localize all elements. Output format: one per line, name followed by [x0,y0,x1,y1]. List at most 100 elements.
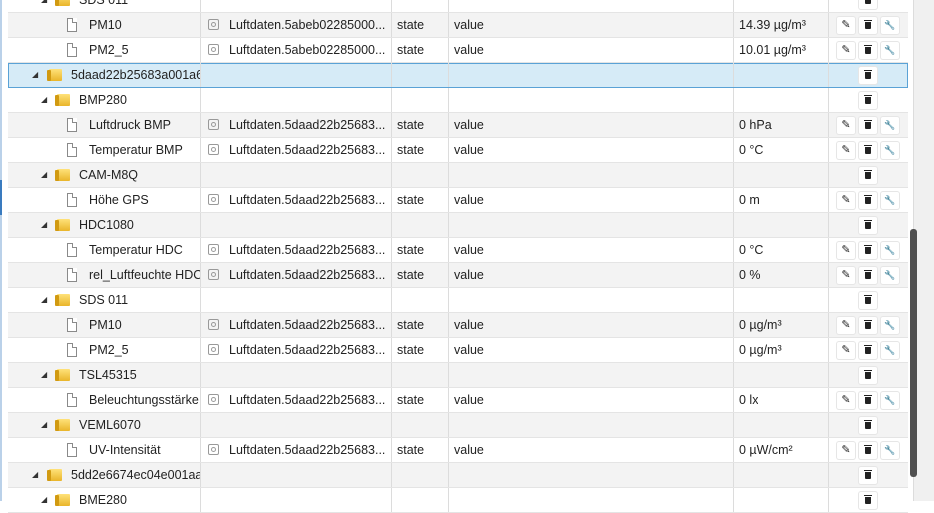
delete-button[interactable] [859,142,877,159]
column-divider [828,63,829,87]
delete-button[interactable] [859,267,877,284]
delete-button[interactable] [859,167,877,184]
edit-button[interactable]: ✎ [837,242,855,259]
delete-button[interactable] [859,417,877,434]
tree-state-row[interactable]: rel_Luftfeuchte HDC Luftdaten.5daad22b256… [8,263,908,288]
tree-folder-row[interactable]: ◢ TSL45315 [8,363,908,388]
delete-button[interactable] [859,467,877,484]
tree-state-row[interactable]: PM2_5 Luftdaten.5abeb02285000... state valu… [8,38,908,63]
tree-state-row[interactable]: Temperatur HDC Luftdaten.5daad22b25683...… [8,238,908,263]
delete-button[interactable] [859,242,877,259]
settings-button[interactable]: 🔧 [881,342,899,359]
settings-button[interactable]: 🔧 [881,442,899,459]
settings-button[interactable]: 🔧 [881,317,899,334]
delete-button[interactable] [859,317,877,334]
settings-button[interactable]: 🔧 [881,42,899,59]
triangle-down-icon[interactable]: ◢ [41,213,47,237]
trash-icon [864,245,872,254]
pencil-icon: ✎ [841,19,851,31]
delete-button[interactable] [859,367,877,384]
settings-button[interactable]: 🔧 [881,242,899,259]
tree-state-row[interactable]: PM10 Luftdaten.5abeb02285000... state value… [8,13,908,38]
settings-button[interactable]: 🔧 [881,17,899,34]
tree-folder-row[interactable]: ◢ SDS 011 [8,288,908,313]
tree-folder-row[interactable]: ◢ CAM-M8Q [8,163,908,188]
settings-button[interactable]: 🔧 [881,117,899,134]
column-divider [200,263,201,287]
triangle-down-icon[interactable]: ◢ [41,0,47,12]
delete-button[interactable] [859,92,877,109]
wrench-icon: 🔧 [884,445,896,455]
edit-button[interactable]: ✎ [837,17,855,34]
tree-state-row[interactable]: UV-Intensität Luftdaten.5daad22b25683... s… [8,438,908,463]
column-divider [448,438,449,462]
column-divider [828,88,829,112]
triangle-down-icon[interactable]: ◢ [41,163,47,187]
folder-icon [55,94,70,106]
tree-state-row[interactable]: Höhe GPS Luftdaten.5daad22b25683... state v… [8,188,908,213]
trash-icon [864,70,872,79]
edit-button[interactable]: ✎ [837,442,855,459]
triangle-down-icon[interactable]: ◢ [41,413,47,437]
scrollbar-thumb[interactable] [910,229,917,477]
tree-state-row[interactable]: PM2_5 Luftdaten.5daad22b25683... state valu… [8,338,908,363]
value-cell: 0 µg/m³ [739,318,782,332]
triangle-down-icon[interactable]: ◢ [41,288,47,312]
delete-button[interactable] [859,67,877,84]
delete-button[interactable] [859,342,877,359]
settings-button[interactable]: 🔧 [881,267,899,284]
tree-state-row[interactable]: Luftdruck BMP Luftdaten.5daad22b25683... s… [8,113,908,138]
delete-button[interactable] [859,442,877,459]
document-icon [67,343,77,357]
edit-button[interactable]: ✎ [837,267,855,284]
tree-state-row[interactable]: Temperatur BMP Luftdaten.5daad22b25683...… [8,138,908,163]
settings-button[interactable]: 🔧 [881,392,899,409]
folder-icon [55,169,70,181]
column-divider [733,313,734,337]
column-divider [448,88,449,112]
edit-button[interactable]: ✎ [837,142,855,159]
settings-button[interactable]: 🔧 [881,142,899,159]
tree-folder-row[interactable]: ◢ BMP280 [8,88,908,113]
triangle-down-icon[interactable]: ◢ [41,488,47,512]
role-cell: state [397,118,425,132]
settings-button[interactable]: 🔧 [881,192,899,209]
column-divider [391,138,392,162]
triangle-down-icon[interactable]: ◢ [32,463,38,487]
tree-folder-row[interactable]: ◢ 5daad22b25683a001a6 [8,63,908,88]
tree-state-row[interactable]: PM10 Luftdaten.5daad22b25683... state value… [8,313,908,338]
column-divider [828,213,829,237]
edit-button[interactable]: ✎ [837,317,855,334]
column-divider [448,0,449,12]
name-cell: ◢ CAM-M8Q [8,163,200,187]
edit-button[interactable]: ✎ [837,42,855,59]
tree-folder-row[interactable]: ◢ 5dd2e6674ec04e001aa [8,463,908,488]
tree-folder-row[interactable]: ◢ HDC1080 [8,213,908,238]
delete-button[interactable] [859,192,877,209]
delete-button[interactable] [859,392,877,409]
state-label: PM2_5 [89,43,129,57]
edit-button[interactable]: ✎ [837,342,855,359]
triangle-down-icon[interactable]: ◢ [41,363,47,387]
delete-button[interactable] [859,17,877,34]
name-cell: ◢ 5daad22b25683a001a6 [8,63,200,87]
delete-button[interactable] [859,217,877,234]
edit-button[interactable]: ✎ [837,392,855,409]
triangle-down-icon[interactable]: ◢ [32,63,38,87]
column-divider [200,38,201,62]
delete-button[interactable] [859,117,877,134]
column-divider [733,438,734,462]
value-cell: 0 hPa [739,118,772,132]
delete-button[interactable] [859,42,877,59]
actions-cell [834,163,900,187]
tree-folder-row[interactable]: ◢ SDS 011 [8,0,908,13]
delete-button[interactable] [859,292,877,309]
edit-button[interactable]: ✎ [837,117,855,134]
object-state-icon [208,119,219,130]
column-divider [733,113,734,137]
edit-button[interactable]: ✎ [837,192,855,209]
tree-state-row[interactable]: Beleuchtungsstärke Luftdaten.5daad22b2568… [8,388,908,413]
triangle-down-icon[interactable]: ◢ [41,88,47,112]
tree-folder-row[interactable]: ◢ VEML6070 [8,413,908,438]
delete-button[interactable] [859,0,877,9]
